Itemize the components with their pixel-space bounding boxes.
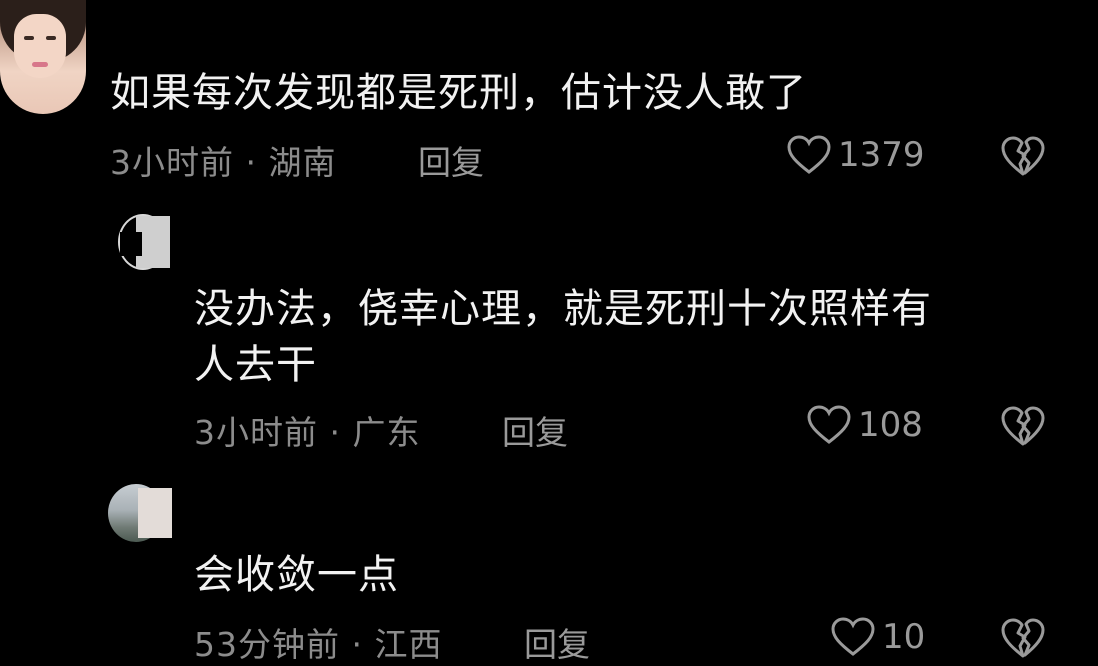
like-count: 10 [882, 617, 926, 657]
like-button[interactable]: 1379 [786, 134, 925, 176]
comment-text: 会收敛一点 [194, 552, 399, 598]
comment-text-line2: 人去干 [194, 342, 317, 388]
comment-meta: 3小时前 · 广东 [194, 413, 421, 452]
like-count: 108 [858, 405, 923, 445]
dislike-button[interactable] [1000, 616, 1046, 664]
avatar[interactable] [108, 484, 172, 544]
heart-outline-icon [831, 617, 875, 656]
comment-text-line1: 没办法，侥幸心理，就是死刑十次照样有 [194, 286, 932, 332]
comment-meta: 3小时前 · 湖南 [110, 143, 337, 182]
avatar[interactable] [118, 214, 172, 272]
dislike-button[interactable] [1000, 404, 1046, 452]
broken-heart-icon [1001, 136, 1045, 176]
dislike-button[interactable] [1000, 134, 1046, 182]
like-button[interactable]: 108 [806, 404, 923, 446]
broken-heart-icon [1001, 406, 1045, 446]
heart-outline-icon [787, 135, 831, 174]
broken-heart-icon [1001, 618, 1045, 658]
reply-comment-item: 会收敛一点 53分钟前 · 江西 回复 10 [0, 470, 1098, 664]
like-count: 1379 [838, 135, 925, 175]
reply-button[interactable]: 回复 [502, 406, 568, 454]
comment-meta: 53分钟前 · 江西 [194, 625, 443, 664]
reply-comment-item: 没办法，侥幸心理，就是死刑十次照样有 人去干 3小时前 · 广东 回复 108 [0, 200, 1098, 460]
reply-button[interactable]: 回复 [524, 618, 590, 666]
avatar[interactable] [0, 0, 86, 114]
like-button[interactable]: 10 [830, 616, 925, 658]
comment-text: 如果每次发现都是死刑，估计没人敢了 [110, 70, 807, 116]
heart-outline-icon [807, 405, 851, 444]
comment-item: 如果每次发现都是死刑，估计没人敢了 3小时前 · 湖南 回复 1379 [0, 0, 1098, 190]
reply-button[interactable]: 回复 [418, 136, 484, 184]
